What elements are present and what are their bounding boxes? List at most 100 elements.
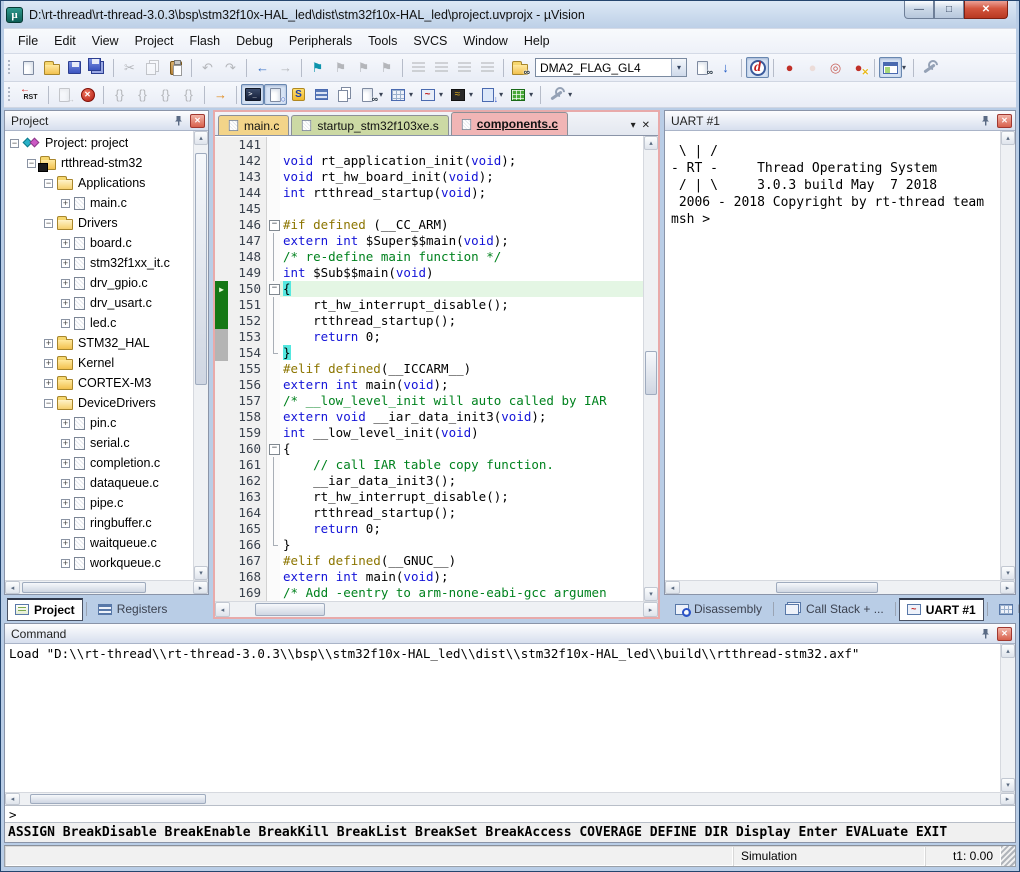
serial-window-button-dropdown-icon[interactable]: ▾: [439, 90, 443, 99]
command-vscrollbar[interactable]: ▴ ▾: [1000, 644, 1015, 792]
editor-tab-startup-stm32f103xe-s[interactable]: startup_stm32f103xe.s: [291, 115, 448, 135]
project-tree-hscrollbar[interactable]: ◂ ▸: [5, 580, 208, 594]
stop-button[interactable]: ✕: [76, 84, 99, 105]
code-text[interactable]: #elif defined(__ICCARM__): [280, 361, 643, 377]
fold-collapse-icon[interactable]: [267, 441, 280, 457]
memory-window-button[interactable]: [386, 84, 409, 105]
tree-item-devicedrivers[interactable]: −DeviceDrivers: [5, 393, 193, 413]
tree-item-cortex-m3[interactable]: +CORTEX-M3: [5, 373, 193, 393]
disable-all-breakpoints-button[interactable]: ◎: [824, 57, 847, 78]
editor-tab-components-c[interactable]: components.c: [451, 112, 568, 135]
scroll-up-icon[interactable]: ▴: [644, 136, 658, 150]
scroll-track[interactable]: [194, 145, 208, 566]
uart-hscrollbar[interactable]: ◂ ▸: [665, 580, 1015, 594]
scroll-track[interactable]: [644, 150, 658, 587]
tree-item-pin-c[interactable]: +pin.c: [5, 413, 193, 433]
dock-tab-call-stack[interactable]: Call Stack + ...: [777, 598, 892, 620]
save-all-button[interactable]: [86, 57, 109, 78]
code-text[interactable]: int $Sub$$main(void): [280, 265, 643, 281]
redo-button[interactable]: ↷: [219, 57, 242, 78]
menu-help[interactable]: Help: [516, 31, 558, 51]
scroll-right-icon[interactable]: ▸: [1000, 793, 1015, 805]
registers-window-button[interactable]: [310, 84, 333, 105]
tree-expander-icon[interactable]: +: [61, 479, 70, 488]
paste-button[interactable]: [164, 57, 187, 78]
run-to-line-button[interactable]: {}: [177, 84, 200, 105]
scroll-down-icon[interactable]: ▾: [1001, 778, 1015, 792]
code-text[interactable]: extern int main(void);: [280, 377, 643, 393]
scroll-track[interactable]: [1001, 145, 1015, 566]
code-editor[interactable]: 141142void rt_application_init(void);143…: [215, 136, 643, 601]
navigate-forward-button[interactable]: →: [274, 57, 297, 78]
bookmark-next-button[interactable]: ⚑: [352, 57, 375, 78]
menu-tools[interactable]: Tools: [360, 31, 405, 51]
dock-tab-disassembly[interactable]: Disassembly: [667, 598, 770, 620]
tree-expander-icon[interactable]: +: [61, 519, 70, 528]
scroll-track[interactable]: [680, 581, 1000, 594]
symbols-window-button[interactable]: S: [287, 84, 310, 105]
fold-collapse-icon[interactable]: [267, 281, 280, 297]
tree-expander-icon[interactable]: +: [61, 319, 70, 328]
tools-menu-button-dropdown-icon[interactable]: ▾: [568, 90, 572, 99]
scroll-left-icon[interactable]: ◂: [665, 581, 680, 594]
tree-item-waitqueue-c[interactable]: +waitqueue.c: [5, 533, 193, 553]
command-output[interactable]: Load "D:\\rt-thread\\rt-thread-3.0.3\\bs…: [5, 644, 1000, 792]
editor-tab-main-c[interactable]: main.c: [218, 115, 289, 135]
tree-expander-icon[interactable]: +: [61, 539, 70, 548]
editor-vscrollbar[interactable]: ▴ ▾: [643, 136, 658, 601]
bookmark-prev-button[interactable]: ⚑: [329, 57, 352, 78]
pin-icon[interactable]: [171, 114, 186, 128]
tree-item-serial-c[interactable]: +serial.c: [5, 433, 193, 453]
pin-icon[interactable]: [978, 114, 993, 128]
window-layout-button[interactable]: [879, 57, 902, 78]
scroll-track[interactable]: [1001, 658, 1015, 778]
incremental-find-button[interactable]: ↓: [714, 57, 737, 78]
find-in-files-button[interactable]: ∞: [508, 57, 531, 78]
menu-peripherals[interactable]: Peripherals: [281, 31, 360, 51]
scroll-up-icon[interactable]: ▴: [1001, 131, 1015, 145]
tree-expander-icon[interactable]: +: [61, 459, 70, 468]
pin-icon[interactable]: [978, 627, 993, 641]
watch-window-button-dropdown-icon[interactable]: ▾: [379, 90, 383, 99]
tree-item-kernel[interactable]: +Kernel: [5, 353, 193, 373]
code-text[interactable]: rt_hw_interrupt_disable();: [280, 489, 643, 505]
comment-button[interactable]: [453, 57, 476, 78]
scroll-left-icon[interactable]: ◂: [5, 793, 20, 805]
unindent-button[interactable]: [407, 57, 430, 78]
toolbox-window-button[interactable]: [506, 84, 529, 105]
search-term-input[interactable]: [536, 61, 671, 75]
code-text[interactable]: [280, 201, 643, 217]
tree-expander-icon[interactable]: +: [61, 419, 70, 428]
tree-expander-icon[interactable]: +: [61, 299, 70, 308]
tree-item-board-c[interactable]: +board.c: [5, 233, 193, 253]
search-term-dropdown-icon[interactable]: ▾: [671, 59, 686, 76]
menu-window[interactable]: Window: [455, 31, 515, 51]
code-text[interactable]: {: [280, 441, 643, 457]
copy-button[interactable]: [141, 57, 164, 78]
scroll-down-icon[interactable]: ▾: [194, 566, 208, 580]
tree-expander-icon[interactable]: +: [61, 259, 70, 268]
tools-menu-button[interactable]: [545, 84, 568, 105]
uart-panel-close-icon[interactable]: ✕: [997, 114, 1012, 128]
tree-item-rtthread-stm32[interactable]: −rtthread-stm32: [5, 153, 193, 173]
tree-item-workqueue-c[interactable]: +workqueue.c: [5, 553, 193, 573]
command-hscrollbar[interactable]: ◂ ▸: [5, 792, 1015, 805]
tree-item-dataqueue-c[interactable]: +dataqueue.c: [5, 473, 193, 493]
code-text[interactable]: extern int main(void);: [280, 569, 643, 585]
tree-expander-icon[interactable]: −: [44, 179, 53, 188]
code-text[interactable]: }: [280, 537, 643, 553]
undo-button[interactable]: ↶: [196, 57, 219, 78]
tree-item-completion-c[interactable]: +completion.c: [5, 453, 193, 473]
resize-grip[interactable]: [1001, 846, 1015, 866]
fold-collapse-icon[interactable]: [267, 217, 280, 233]
step-out-button[interactable]: {}: [154, 84, 177, 105]
minimize-button[interactable]: —: [904, 1, 934, 19]
code-text[interactable]: extern void __iar_data_init3(void);: [280, 409, 643, 425]
code-text[interactable]: // call IAR table copy function.: [280, 457, 643, 473]
scroll-track[interactable]: [20, 793, 1000, 805]
command-window-button[interactable]: >_: [241, 84, 264, 105]
scroll-left-icon[interactable]: ◂: [215, 602, 230, 617]
dock-tab-project[interactable]: Project: [7, 598, 83, 621]
indent-button[interactable]: [430, 57, 453, 78]
disable-breakpoint-button[interactable]: ●: [801, 57, 824, 78]
